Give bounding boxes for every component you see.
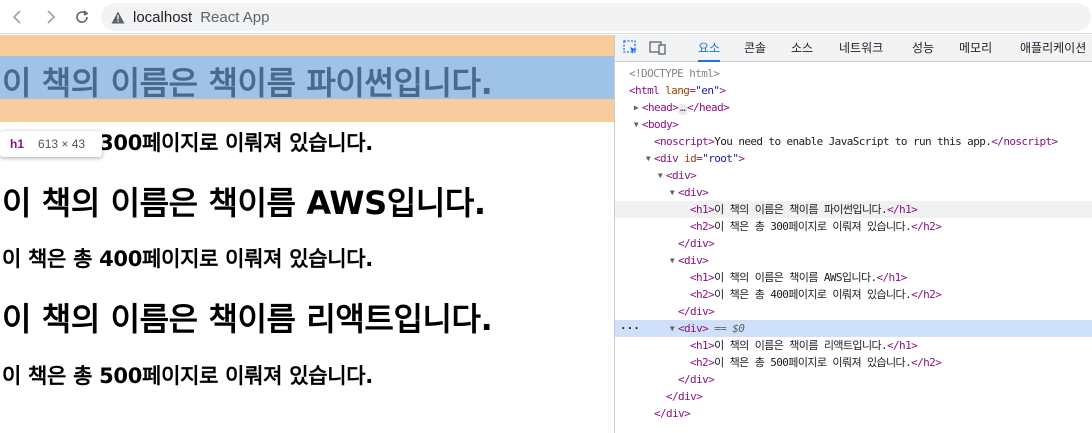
dom-node-root[interactable]: ▼ <div id="root"> [615,150,1092,167]
collapse-triangle-icon[interactable]: ▼ [643,150,653,167]
book-title-heading: 이 책의 이름은 책이름 파이썬입니다. [2,64,493,102]
dom-node-head[interactable]: ▶ <head>… </head> [615,99,1092,116]
collapse-triangle-icon[interactable]: ▼ [631,116,641,133]
tooltip-tag: h1 [10,137,25,151]
book-title-heading: 이 책의 이름은 책이름 리액트입니다. [2,300,493,338]
tab-application[interactable]: 애플리케이션 [1020,35,1086,62]
dom-node-h2[interactable]: <h2>이 책은 총 300페이지로 이뤄져 있습니다.</h2> [615,218,1092,235]
expand-triangle-icon[interactable]: ▶ [631,99,641,116]
collapse-triangle-icon[interactable]: ▼ [667,252,677,269]
url-host: localhost [133,8,193,26]
dom-node-div-close[interactable]: </div> [615,303,1092,320]
collapsed-ellipsis[interactable]: … [678,104,687,115]
book-pages-heading: 이 책은 총 400페이지로 이뤄져 있습니다. [2,247,373,271]
devtools-panel: 요소 콘솔 소스 네트워크 성능 메모리 애플리케이션 <!DOCTYPE ht… [614,35,1092,433]
book-pages-heading: 이 책은 총 500페이지로 이뤄져 있습니다. [2,364,373,388]
tab-console[interactable]: 콘솔 [744,35,766,62]
node-actions-icon[interactable]: ··· [620,320,640,337]
tab-network[interactable]: 네트워크 [839,35,883,62]
reload-icon[interactable] [70,5,94,29]
tab-performance[interactable]: 성능 [912,35,934,62]
address-bar[interactable]: localhost React App [101,3,1091,31]
devtools-tabbar: 요소 콘솔 소스 네트워크 성능 메모리 애플리케이션 [615,35,1092,62]
dom-node-h1[interactable]: <h1>이 책의 이름은 책이름 AWS입니다.</h1> [615,269,1092,286]
tooltip-size: 613 × 43 [38,137,86,151]
dom-node-div-close[interactable]: </div> [615,235,1092,252]
dom-node-doctype[interactable]: <!DOCTYPE html> [615,65,1092,82]
tab-sources[interactable]: 소스 [791,35,813,62]
forward-arrow-icon[interactable] [38,5,62,29]
dom-node-h2[interactable]: <h2>이 책은 총 400페이지로 이뤄져 있습니다.</h2> [615,286,1092,303]
book-title-heading: 이 책의 이름은 책이름 AWS입니다. [2,184,486,222]
back-arrow-icon[interactable] [6,5,30,29]
dom-node-h1[interactable]: <h1>이 책의 이름은 책이름 리액트입니다.</h1> [615,337,1092,354]
dom-node-html[interactable]: <html lang="en"> [615,82,1092,99]
warning-icon[interactable] [111,10,125,24]
browser-toolbar: localhost React App [0,0,1092,34]
dom-node-div-close[interactable]: </div> [615,388,1092,405]
tab-memory[interactable]: 메모리 [959,35,992,62]
dom-node-div[interactable]: ▼ <div> [615,184,1092,201]
collapse-triangle-icon[interactable]: ▼ [667,320,677,337]
dom-node-body[interactable]: ▼ <body> [615,116,1092,133]
collapse-triangle-icon[interactable]: ▼ [655,167,665,184]
dom-node-div[interactable]: ▼ <div> [615,252,1092,269]
device-toolbar-icon[interactable] [649,40,667,56]
dom-node-div[interactable]: ▼ <div> [615,167,1092,184]
dom-node-h2[interactable]: <h2>이 책은 총 500페이지로 이뤄져 있습니다.</h2> [615,354,1092,371]
page-viewport: 이 책의 이름은 책이름 파이썬입니다. 이 책은 총 300페이지로 이뤄져 … [0,35,614,433]
dom-node-div-close[interactable]: </div> [615,405,1092,422]
dom-node-h1[interactable]: <h1>이 책의 이름은 책이름 파이썬입니다.</h1> [615,201,1092,218]
dom-node-noscript[interactable]: <noscript>You need to enable JavaScript … [615,133,1092,150]
collapse-triangle-icon[interactable]: ▼ [667,184,677,201]
inspect-tooltip: h1 613 × 43 [0,131,102,157]
tab-elements[interactable]: 요소 [698,35,721,62]
page-title: React App [200,8,270,26]
dom-node-div-selected[interactable]: ··· ▼ <div> == $0 [615,320,1092,337]
dom-node-div-close[interactable]: </div> [615,371,1092,388]
inspect-element-icon[interactable] [623,40,641,56]
